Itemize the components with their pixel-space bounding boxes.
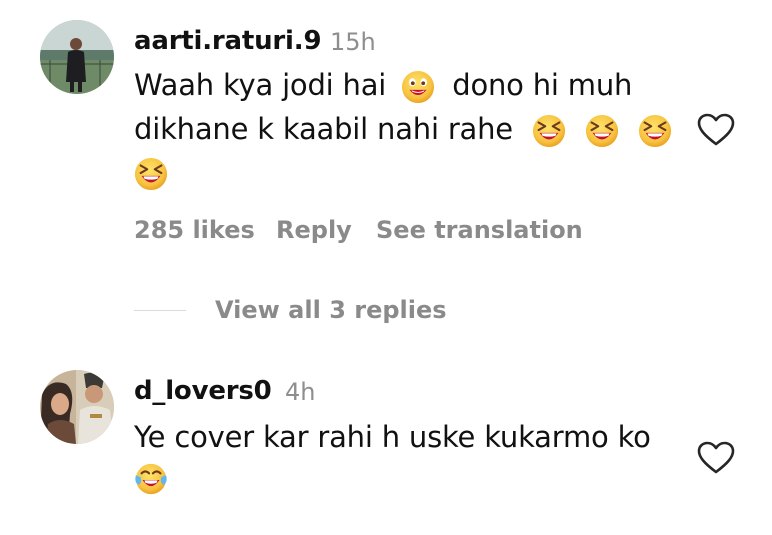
comment-text-line-1: Ye cover kar rahi h uske kukarmo ko <box>134 420 651 454</box>
timestamp: 15h <box>330 28 376 56</box>
tears-of-joy-icon <box>135 463 167 495</box>
comment-text-line-2 <box>134 460 168 496</box>
username[interactable]: d_lovers0 <box>134 376 272 406</box>
replies-divider <box>134 310 186 311</box>
avatar-image <box>40 20 114 94</box>
see-translation-button[interactable]: See translation <box>376 216 583 244</box>
heart-icon[interactable] <box>696 440 736 476</box>
heart-icon[interactable] <box>696 112 736 148</box>
comment-text-part: dono hi muh <box>452 68 633 102</box>
grinning-face-icon <box>402 70 435 104</box>
laughing-face-icon <box>585 114 619 148</box>
likes-count[interactable]: 285 likes <box>134 216 255 244</box>
comment-text-line-3 <box>134 155 168 191</box>
avatar[interactable] <box>40 370 114 444</box>
avatar-image <box>40 370 114 444</box>
comment-text-part: Waah kya jodi hai <box>134 68 387 102</box>
laughing-face-icon <box>638 114 672 148</box>
reply-button[interactable]: Reply <box>276 216 352 244</box>
comment-text-part: Ye cover kar rahi h uske kukarmo ko <box>134 420 651 454</box>
comment-text-line-1: Waah kya jodi hai dono hi muh <box>134 68 632 104</box>
laughing-face-icon <box>134 157 168 191</box>
username[interactable]: aarti.raturi.9 <box>134 26 322 56</box>
comment-text-part: dikhane k kaabil nahi rahe <box>134 112 513 146</box>
avatar[interactable] <box>40 20 114 94</box>
comment-text-line-2: dikhane k kaabil nahi rahe <box>134 112 672 148</box>
timestamp: 4h <box>285 378 316 406</box>
view-replies-button[interactable]: View all 3 replies <box>215 296 447 324</box>
laughing-face-icon <box>532 114 566 148</box>
